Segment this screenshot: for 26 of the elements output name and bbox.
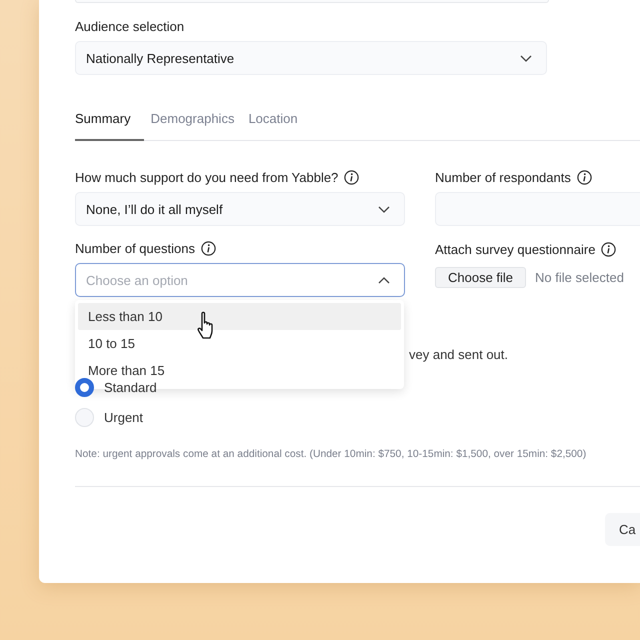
field-label: How much support do you need from Yabble? [75, 170, 338, 184]
choose-file-button[interactable]: Choose file [435, 267, 526, 288]
description-text: vey and sent out. [409, 347, 508, 362]
dropdown-option[interactable]: Less than 10 [78, 303, 401, 330]
cancel-button[interactable]: Ca [605, 513, 640, 546]
chevron-down-icon [520, 54, 532, 62]
field-label: Audience selection [75, 19, 184, 35]
field-label: Number of questions [75, 240, 195, 256]
tab[interactable]: Demographics [144, 103, 242, 141]
info-icon[interactable] [601, 242, 616, 256]
tab[interactable]: Location [241, 103, 305, 141]
audience-select[interactable]: Nationally Representative [75, 41, 547, 75]
chevron-down-icon [378, 206, 390, 212]
tab[interactable]: Summary [75, 103, 144, 141]
info-icon[interactable] [344, 170, 360, 184]
radio-label: Urgent [104, 410, 144, 425]
field-label: Attach survey questionnaire [435, 242, 596, 256]
field-label: Number of respondants [435, 170, 571, 184]
info-icon[interactable] [200, 240, 216, 256]
file-status: No file selected [535, 270, 624, 285]
note-text: Note: urgent approvals come at an additional cost. (Under 10min: $750, 10-15min: $1,500, over 15min: $2,500) [75, 449, 586, 460]
chevron-up-icon [378, 276, 390, 284]
support-select[interactable]: None, I’ll do it all myself [75, 192, 405, 226]
info-icon[interactable] [576, 170, 592, 184]
dropdown-option[interactable]: 10 to 15 [78, 330, 401, 357]
radio-button[interactable] [75, 378, 94, 397]
